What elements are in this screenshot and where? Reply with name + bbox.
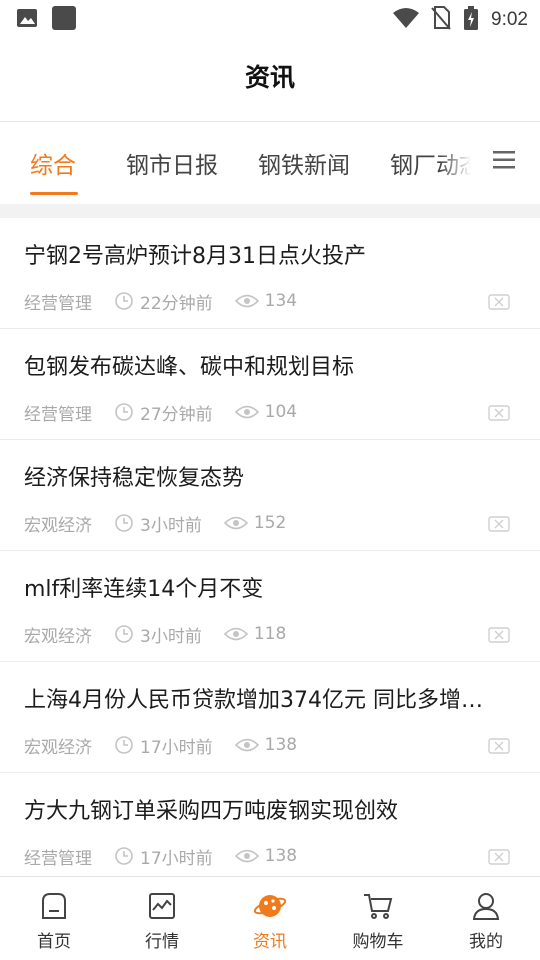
no-sim-icon <box>431 6 451 34</box>
view-count: 138 <box>264 735 298 755</box>
news-item[interactable]: 宁钢2号高炉预计8月31日点火投产 经营管理 22分钟前 134 <box>0 218 540 329</box>
news-meta: 经营管理 22分钟前 134 <box>24 290 298 314</box>
eye-icon <box>234 405 259 419</box>
news-item[interactable]: 方大九钢订单采购四万吨废钢实现创效 经营管理 17小时前 138 <box>0 773 540 876</box>
page-title: 资讯 <box>244 63 295 92</box>
nav-market[interactable]: 行情 <box>108 877 216 960</box>
chart-icon <box>149 893 175 919</box>
clock-icon <box>115 625 133 643</box>
news-planet-icon <box>253 895 287 917</box>
close-icon[interactable] <box>488 849 510 865</box>
news-title[interactable]: 上海4月份人民币贷款增加374亿元 同比多增… <box>24 682 514 714</box>
nav-cart[interactable]: 购物车 <box>324 877 432 960</box>
battery-charging-icon <box>463 6 479 34</box>
close-icon[interactable] <box>488 294 510 310</box>
news-time: 17小时前 <box>140 737 213 758</box>
news-category: 经营管理 <box>24 404 92 425</box>
eye-icon <box>234 738 259 752</box>
eye-icon <box>234 294 259 308</box>
news-title[interactable]: 包钢发布碳达峰、碳中和规划目标 <box>24 349 514 381</box>
category-tabs: 综合 钢市日报 钢铁新闻 钢厂动态 <box>0 122 540 204</box>
cart-icon <box>364 894 393 919</box>
tab-menu-button[interactable] <box>484 122 540 204</box>
clock-icon <box>115 736 133 754</box>
nav-label: 资讯 <box>253 932 287 952</box>
nav-label: 行情 <box>145 932 179 952</box>
view-count: 134 <box>264 291 298 311</box>
news-list: 宁钢2号高炉预计8月31日点火投产 经营管理 22分钟前 134 包钢发布碳达峰… <box>0 218 540 876</box>
news-item[interactable]: mlf利率连续14个月不变 宏观经济 3小时前 118 <box>0 551 540 662</box>
news-title[interactable]: mlf利率连续14个月不变 <box>24 571 514 603</box>
nav-label: 首页 <box>37 932 71 952</box>
nav-news[interactable]: 资讯 <box>216 877 324 960</box>
page-header: 资讯 <box>0 36 540 122</box>
news-meta: 宏观经济 17小时前 138 <box>24 734 298 758</box>
news-item[interactable]: 包钢发布碳达峰、碳中和规划目标 经营管理 27分钟前 104 <box>0 329 540 440</box>
nav-label: 购物车 <box>352 932 404 952</box>
active-tab-indicator <box>30 192 78 195</box>
close-icon[interactable] <box>488 627 510 643</box>
nav-home[interactable]: 首页 <box>0 877 108 960</box>
news-title[interactable]: 宁钢2号高炉预计8月31日点火投产 <box>24 238 514 270</box>
clock-icon <box>115 514 133 532</box>
nav-label: 我的 <box>469 932 503 952</box>
user-icon <box>472 893 500 920</box>
news-category: 经营管理 <box>24 293 92 314</box>
news-time: 22分钟前 <box>140 293 213 314</box>
clock-icon <box>115 292 133 310</box>
news-item[interactable]: 上海4月份人民币贷款增加374亿元 同比多增… 宏观经济 17小时前 138 <box>0 662 540 773</box>
tab-steel-daily[interactable]: 钢市日报 <box>126 146 218 180</box>
view-count: 118 <box>253 624 287 644</box>
hamburger-menu-icon <box>493 151 515 169</box>
news-time: 17小时前 <box>140 848 213 869</box>
close-icon[interactable] <box>488 738 510 754</box>
status-bar: 9:02 <box>0 0 540 36</box>
section-divider <box>0 204 540 218</box>
close-icon[interactable] <box>488 405 510 421</box>
news-meta: 宏观经济 3小时前 152 <box>24 512 287 536</box>
clock-icon <box>115 847 133 865</box>
status-time: 9:02 <box>491 9 528 30</box>
home-icon <box>42 893 66 919</box>
news-category: 宏观经济 <box>24 737 92 758</box>
close-icon[interactable] <box>488 516 510 532</box>
news-title[interactable]: 方大九钢订单采购四万吨废钢实现创效 <box>24 793 514 825</box>
news-category: 经营管理 <box>24 848 92 869</box>
news-title[interactable]: 经济保持稳定恢复态势 <box>24 460 514 492</box>
eye-icon <box>223 516 248 530</box>
news-meta: 宏观经济 3小时前 118 <box>24 623 287 647</box>
news-category: 宏观经济 <box>24 515 92 536</box>
news-time: 3小时前 <box>140 626 202 647</box>
eye-icon <box>234 849 259 863</box>
view-count: 104 <box>264 402 298 422</box>
news-meta: 经营管理 27分钟前 104 <box>24 401 298 425</box>
tab-comprehensive[interactable]: 综合 <box>30 146 76 180</box>
view-count: 152 <box>253 513 287 533</box>
clock-icon <box>115 403 133 421</box>
eye-icon <box>223 627 248 641</box>
tab-steel-news[interactable]: 钢铁新闻 <box>258 146 350 180</box>
bottom-nav: 首页 行情 资讯 购物车 我的 <box>0 876 540 960</box>
nav-profile[interactable]: 我的 <box>432 877 540 960</box>
app-square-icon <box>52 6 76 34</box>
news-meta: 经营管理 17小时前 138 <box>24 845 298 869</box>
news-category: 宏观经济 <box>24 626 92 647</box>
image-icon <box>16 8 38 32</box>
wifi-icon <box>393 7 420 33</box>
news-time: 3小时前 <box>140 515 202 536</box>
news-time: 27分钟前 <box>140 404 213 425</box>
news-item[interactable]: 经济保持稳定恢复态势 宏观经济 3小时前 152 <box>0 440 540 551</box>
view-count: 138 <box>264 846 298 866</box>
